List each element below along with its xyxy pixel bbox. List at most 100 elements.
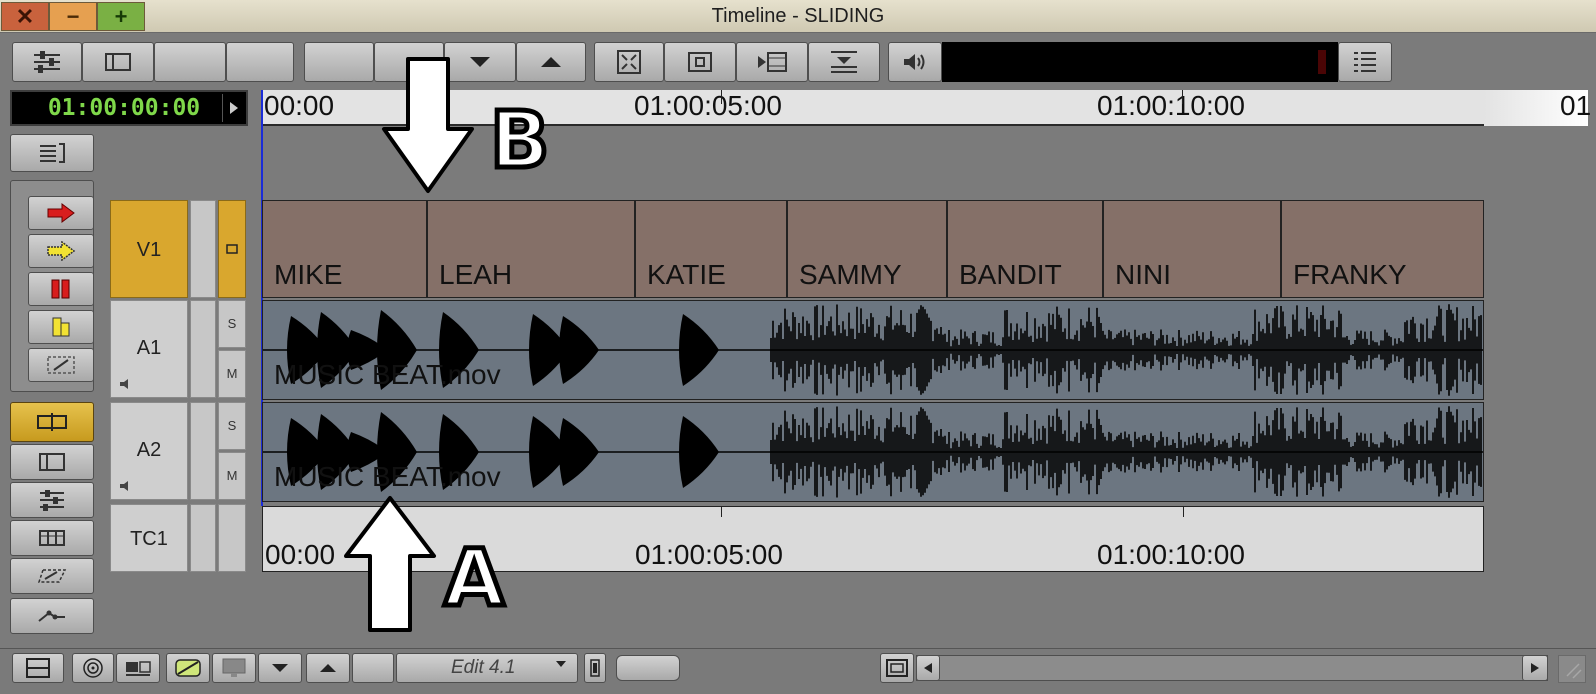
timeline-view-button[interactable] <box>10 134 94 172</box>
timeline-window: Timeline - SLIDING ✕ − + 01:00:00:00 00:… <box>0 0 1596 694</box>
solo-label: S <box>227 418 237 433</box>
bottom-move-down-button[interactable] <box>258 653 302 683</box>
audio-button[interactable] <box>888 42 942 82</box>
video-clip[interactable]: LEAH <box>427 200 635 298</box>
filmstrip-play-icon <box>758 52 787 72</box>
zoom-slider[interactable] <box>616 655 680 681</box>
blank-button-3[interactable] <box>304 42 374 82</box>
video-clip[interactable]: KATIE <box>635 200 787 298</box>
mute-button-a1[interactable]: M <box>218 350 246 398</box>
fast-menu-button[interactable] <box>1338 42 1392 82</box>
ramp-button[interactable] <box>10 598 94 634</box>
bin-button[interactable] <box>82 42 154 82</box>
triangle-up-icon <box>320 664 336 672</box>
track-patch-a1[interactable] <box>190 300 216 398</box>
ruler-label-start: 00:00 <box>264 90 335 121</box>
edit-mode-menu[interactable]: Edit 4.1 <box>396 653 578 683</box>
track-selector-tc1[interactable]: TC1 <box>110 504 188 572</box>
mute-label: M <box>226 468 238 483</box>
timeline-view-icon <box>40 143 65 163</box>
blank-button-1[interactable] <box>154 42 226 82</box>
bin-icon <box>39 453 65 471</box>
clip-name: SAMMY <box>799 259 902 290</box>
audio-clip-a2[interactable]: MUSIC BEAT.mov <box>262 402 1484 502</box>
layout-button[interactable] <box>116 653 160 683</box>
bottom-blank-button[interactable] <box>352 653 394 683</box>
segment-icon <box>37 413 67 431</box>
scroll-left-button[interactable] <box>916 655 940 681</box>
clip-name: KATIE <box>647 259 726 290</box>
triangle-left-icon <box>924 663 932 673</box>
clip-name: MUSIC BEAT.mov <box>274 359 501 390</box>
track-patch-tc1[interactable] <box>190 504 216 572</box>
video-clip[interactable]: NINI <box>1103 200 1281 298</box>
grid-button[interactable] <box>10 520 94 556</box>
video-clip[interactable]: MIKE <box>262 200 427 298</box>
ruler-label-5s: 01:00:05:00 <box>634 90 782 121</box>
track-patch-a2[interactable] <box>190 402 216 500</box>
video-clip[interactable]: SAMMY <box>787 200 947 298</box>
track-monitor-v1[interactable] <box>218 200 246 298</box>
track-monitor-tc1[interactable] <box>218 504 246 572</box>
segment-mode-button[interactable] <box>10 402 94 442</box>
settings-button[interactable] <box>10 482 94 518</box>
fit-to-window-button[interactable] <box>594 42 664 82</box>
bottom-move-up-button[interactable] <box>306 653 350 683</box>
toggle-source-record-button[interactable] <box>12 653 64 683</box>
minimize-icon: − <box>66 4 80 29</box>
clip-name: FRANKY <box>1293 259 1407 290</box>
timecode-menu-button[interactable] <box>222 94 244 122</box>
list-menu-icon <box>1354 52 1376 72</box>
video-clip[interactable]: BANDIT <box>947 200 1103 298</box>
window-title: Timeline - SLIDING <box>711 5 885 27</box>
effect-button[interactable] <box>10 558 94 594</box>
scroll-right-button[interactable] <box>1522 655 1548 681</box>
target-button[interactable] <box>72 653 114 683</box>
track-selector-v1[interactable]: V1 <box>110 200 188 298</box>
solo-button-a1[interactable]: S <box>218 300 246 348</box>
clip-name: LEAH <box>439 259 513 290</box>
close-button[interactable]: ✕ <box>1 2 49 31</box>
mute-button-a2[interactable]: M <box>218 452 246 500</box>
bin-view-button[interactable] <box>10 444 94 480</box>
move-up-button[interactable] <box>516 42 586 82</box>
solo-button-a2[interactable]: S <box>218 402 246 450</box>
trim-button[interactable] <box>28 348 94 382</box>
effect-mode-button[interactable] <box>166 653 210 683</box>
blank-button-2[interactable] <box>226 42 294 82</box>
yellow-arrow-icon <box>47 241 76 261</box>
track-toggle-button[interactable] <box>808 42 880 82</box>
video-clip[interactable]: FRANKY <box>1281 200 1484 298</box>
ramp-icon <box>38 610 65 622</box>
annotation-label-a: A <box>441 534 506 624</box>
triangle-right-icon <box>1531 663 1539 673</box>
audio-meter <box>942 42 1338 82</box>
horizontal-scrollbar[interactable] <box>916 655 1548 681</box>
monitor-button[interactable] <box>212 653 256 683</box>
settings-sliders-button[interactable] <box>12 42 82 82</box>
resize-handle[interactable] <box>1558 655 1586 683</box>
audio-clip-a1[interactable]: MUSIC BEAT.mov <box>262 300 1484 400</box>
maximize-button[interactable]: + <box>97 2 145 31</box>
minimize-button[interactable]: − <box>49 2 97 31</box>
red-lift-icon <box>51 279 70 299</box>
track-patch-v1[interactable] <box>190 200 216 298</box>
focus-button[interactable] <box>664 42 736 82</box>
clip-name: MIKE <box>274 259 343 290</box>
splice-in-button[interactable] <box>28 196 94 230</box>
clip-name: BANDIT <box>959 259 1062 290</box>
yellow-extract-icon <box>52 317 70 337</box>
frame-icon <box>886 659 908 677</box>
resize-grip-icon <box>1566 663 1582 679</box>
clip-name: MUSIC BEAT.mov <box>274 461 501 492</box>
sequence-button[interactable] <box>736 42 808 82</box>
overwrite-button[interactable] <box>28 234 94 268</box>
solo-label: S <box>227 316 237 331</box>
lift-button[interactable] <box>28 272 94 306</box>
track-name: A1 <box>136 337 162 359</box>
extract-button[interactable] <box>28 310 94 344</box>
zoom-fit-button[interactable] <box>880 653 914 683</box>
monitor-icon <box>222 658 246 677</box>
scroll-lock-button[interactable] <box>584 653 606 683</box>
speaker-icon <box>120 481 128 491</box>
